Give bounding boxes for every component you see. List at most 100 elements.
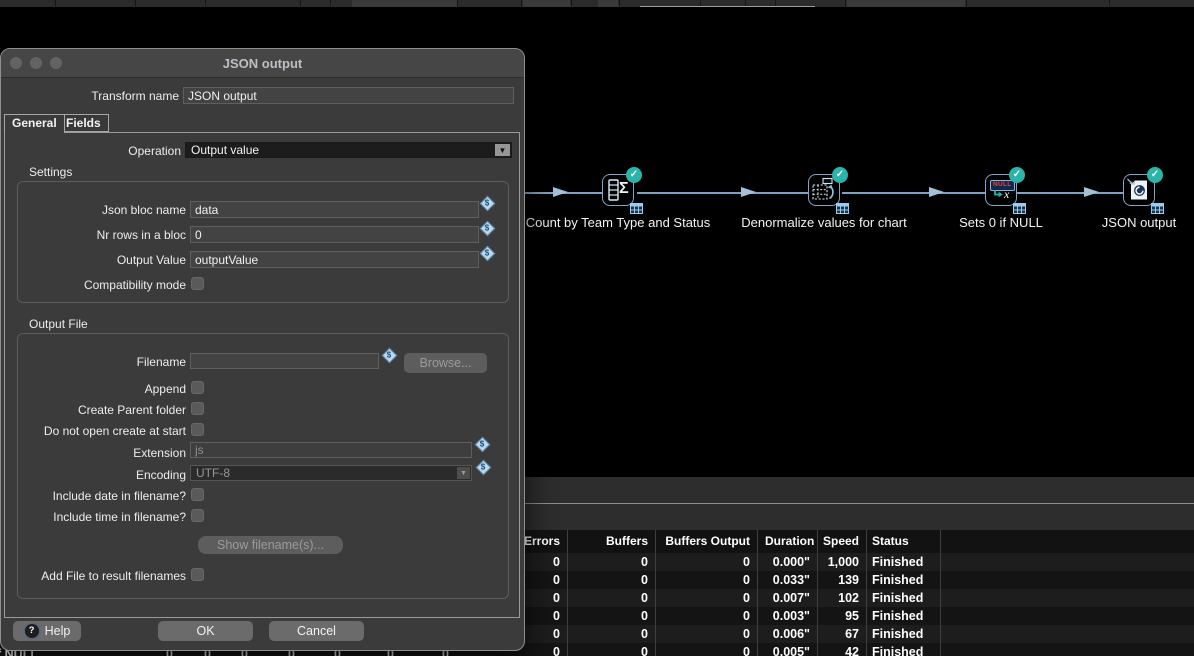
x-variable-icon: x [1004,188,1009,200]
column-separator [567,530,568,656]
hop-arrow-icon [1084,187,1099,197]
include-time-label: Include time in filename? [1,510,186,524]
cell-buffers-input: 0 [575,643,648,656]
cell-speed: 95 [823,607,859,625]
ok-button[interactable]: OK [158,621,253,641]
settings-group-label: Settings [29,166,72,179]
transform-node-count-by-team-type-and-status[interactable]: Σ ✓ Count by Team Type and Status [602,174,634,206]
output-value-input[interactable] [190,251,479,268]
data-grid-icon [1013,203,1026,214]
cell-buffers-output: 0 [663,589,750,607]
success-check-badge-icon: ✓ [626,167,642,183]
do-not-open-label: Do not open create at start [1,424,186,438]
cell-duration: 0.000" [765,553,810,571]
cell-buffers-input: 0 [575,625,648,643]
include-date-checkbox[interactable] [191,488,204,501]
data-grid-icon [836,203,849,214]
application-window: Σ ✓ Count by Team Type and Status [0,0,1194,656]
column-header-buffers-input[interactable]: Buffers Input [575,530,648,553]
include-time-checkbox[interactable] [191,509,204,522]
cell-status: Finished [872,589,942,607]
create-parent-folder-checkbox[interactable] [191,402,204,415]
compatibility-mode-label: Compatibility mode [1,278,186,292]
column-separator [757,530,758,656]
data-grid-icon [630,203,643,214]
hop-arrow-icon [929,187,944,197]
cell-duration: 0.003" [765,607,810,625]
dialog-titlebar[interactable]: JSON output [1,49,524,78]
compatibility-mode-checkbox[interactable] [191,277,204,290]
help-button-label: Help [45,624,71,638]
append-label: Append [1,382,186,396]
cell-duration: 0.006" [765,625,810,643]
cell-buffers-input: 0 [575,589,648,607]
cancel-button[interactable]: Cancel [269,621,364,641]
encoding-select[interactable]: UTF-8 ▼ [190,465,472,481]
column-separator [940,530,941,656]
node-label: Denormalize values for chart [741,215,906,230]
sigma-icon: Σ [619,181,629,197]
cell-speed: 102 [823,589,859,607]
hop-arrow-icon [741,187,756,197]
create-parent-folder-label: Create Parent folder [1,403,186,417]
transform-name-input[interactable] [183,87,514,104]
output-value-label: Output Value [1,253,186,267]
column-header-duration[interactable]: Duration [765,530,810,553]
json-bloc-name-input[interactable] [190,201,479,218]
help-button[interactable]: ? Help [13,621,81,641]
nr-rows-label: Nr rows in a bloc [1,228,186,242]
transform-node-denormalize-values-for-chart[interactable]: ✓ Denormalize values for chart [808,174,840,206]
operation-select[interactable]: Output value ▼ [185,142,512,158]
filename-label: Filename [1,355,186,369]
output-file-group-label: Output File [29,318,88,331]
cell-status: Finished [872,553,942,571]
dropdown-arrow-icon[interactable]: ▼ [495,144,510,156]
data-grid-icon [1151,203,1164,214]
node-label: Sets 0 if NULL [959,215,1043,230]
operation-label: Operation [1,144,181,158]
transform-node-sets-0-if-null[interactable]: NULL x ✓ Sets 0 if NULL [985,174,1017,206]
cell-speed: 67 [823,625,859,643]
cell-duration: 0.033" [765,571,810,589]
success-check-badge-icon: ✓ [1147,167,1163,183]
cell-speed: 1,000 [823,553,859,571]
cell-buffers-output: 0 [663,553,750,571]
tab-general[interactable]: General [4,114,65,133]
transform-name-label: Transform name [1,89,179,103]
cell-buffers-output: 0 [663,607,750,625]
browse-button[interactable]: Browse... [404,353,487,373]
cell-duration: 0.005" [765,643,810,656]
add-file-to-result-label: Add File to result filenames [1,569,186,583]
do-not-open-checkbox[interactable] [191,423,204,436]
column-header-buffers-output[interactable]: Buffers Output [663,530,750,553]
cell-buffers-output: 0 [663,625,750,643]
cell-buffers-input: 0 [575,553,648,571]
json-bloc-name-label: Json bloc name [1,203,186,217]
help-icon: ? [24,623,40,639]
tab-fields[interactable]: Fields [58,114,109,132]
column-header-speed[interactable]: Speed [823,530,859,553]
append-checkbox[interactable] [191,381,204,394]
extension-input[interactable] [190,442,472,458]
column-separator [655,530,656,656]
encoding-label: Encoding [1,468,186,482]
cell-speed: 139 [823,571,859,589]
cell-buffers-input: 0 [575,571,648,589]
cell-buffers-output: 0 [663,643,750,656]
cell-status: Finished [872,625,942,643]
json-output-dialog: JSON output Transform name General Field… [0,48,525,651]
transform-node-json-output[interactable]: ✓ JSON output [1123,174,1155,206]
show-filenames-button[interactable]: Show filename(s)... [198,536,343,554]
add-file-to-result-checkbox[interactable] [191,568,204,581]
filename-input[interactable] [190,353,379,369]
column-header-status[interactable]: Status [872,530,942,553]
hop-line [842,192,985,194]
node-label: Count by Team Type and Status [526,215,711,230]
success-check-badge-icon: ✓ [1009,167,1025,183]
nr-rows-input[interactable] [190,226,479,243]
dropdown-arrow-icon[interactable]: ▼ [457,467,470,479]
cell-buffers-input: 0 [575,607,648,625]
dialog-title: JSON output [1,49,524,78]
cell-duration: 0.007" [765,589,810,607]
node-label: JSON output [1102,215,1176,230]
